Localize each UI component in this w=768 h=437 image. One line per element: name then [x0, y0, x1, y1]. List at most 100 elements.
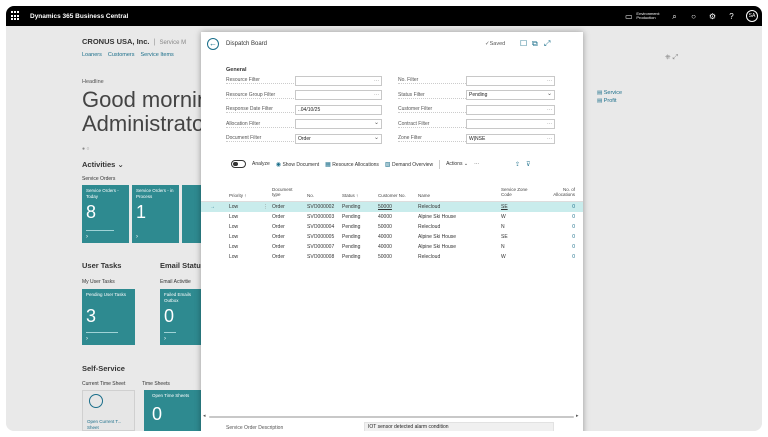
link-service-label: Service: [603, 90, 623, 96]
scroll-right-icon[interactable]: ▸: [576, 413, 579, 419]
filter-input[interactable]: ···: [466, 119, 555, 129]
avatar[interactable]: SA: [746, 10, 758, 22]
lookup-icon[interactable]: ···: [547, 77, 552, 85]
demand-overview-button[interactable]: ▧ Demand Overview: [385, 161, 433, 168]
nav-loaners[interactable]: Loaners: [82, 52, 102, 58]
cell-no-of-allocations[interactable]: 0: [551, 234, 575, 240]
service-order-description-field[interactable]: IOT sensor detected alarm condition: [364, 422, 554, 431]
tile-service-orders-in-process[interactable]: Service Orders - in Process 1 ›: [132, 185, 179, 243]
filter-input[interactable]: ···: [295, 90, 382, 100]
row-actions-icon[interactable]: ⋮: [263, 204, 268, 210]
table-row[interactable]: Low Order SVO000005 Pending 40000 Alpine Ski …: [201, 232, 583, 242]
scroll-left-icon[interactable]: ◂: [203, 413, 206, 419]
cell-name: Alpine Ski House: [418, 234, 457, 240]
environment-indicator[interactable]: ▭ Environment: Production: [624, 11, 660, 21]
tile-label: Open Time Sheets: [152, 393, 190, 398]
open-new-window-icon[interactable]: ⧉: [532, 39, 538, 49]
filter-input[interactable]: ···: [466, 75, 555, 86]
email-status-heading: Email Statu: [160, 261, 201, 270]
link-profit[interactable]: ▤ Profit: [597, 97, 622, 105]
table-row[interactable]: Low Order SVO000003 Pending 40000 Alpine Ski …: [201, 212, 583, 222]
tile-service-orders-partial[interactable]: [182, 185, 201, 243]
tile-open-current-time-sheet[interactable]: Open Current T... Sheet: [82, 390, 135, 431]
chevron-down-icon[interactable]: ⌄: [374, 134, 379, 142]
table-row[interactable]: Low Order SVO000008 Pending 50000 Relecloud W 0: [201, 252, 583, 262]
nav-service-items[interactable]: Service Items: [140, 52, 173, 58]
carousel-dots[interactable]: ● ○: [82, 146, 89, 152]
column-customer-no[interactable]: Customer No.: [378, 193, 406, 198]
chevron-right-icon: ›: [86, 336, 88, 342]
link-service[interactable]: ▤ Service: [597, 89, 622, 97]
cell-no: SVO000002: [307, 204, 335, 210]
column-no[interactable]: No.: [307, 193, 314, 198]
service-order-description-label: Service Order Description: [226, 425, 284, 431]
column-no-of-allocations[interactable]: No. of Allocations: [549, 187, 575, 197]
filter-input[interactable]: Order ⌄: [295, 133, 382, 144]
column-status[interactable]: Status ↑: [342, 193, 358, 198]
lookup-icon[interactable]: ···: [547, 120, 552, 128]
chevron-down-icon[interactable]: ⌄: [374, 119, 379, 127]
chevron-down-icon: ⌄: [117, 160, 124, 169]
lookup-icon[interactable]: ···: [374, 91, 379, 99]
more-options-icon[interactable]: ···: [474, 161, 479, 167]
tile-bar: [86, 332, 118, 333]
environment-value: Production: [636, 15, 656, 20]
cell-no-of-allocations[interactable]: 0: [551, 204, 575, 210]
tile-failed-emails[interactable]: Failed Emails Outbox 0 ›: [160, 289, 201, 345]
company-name[interactable]: CRONUS USA, Inc. | Service M: [82, 37, 186, 46]
actions-menu[interactable]: Actions ⌄: [446, 161, 468, 167]
column-name[interactable]: Name: [418, 193, 430, 198]
cell-no-of-allocations[interactable]: 0: [551, 214, 575, 220]
cell-document-type: Order: [272, 224, 285, 230]
show-document-button[interactable]: ◉ Show Document: [276, 161, 319, 168]
share-icon[interactable]: ⇪: [515, 161, 520, 168]
filter-input[interactable]: ..04/10/25: [295, 104, 382, 115]
table-row[interactable]: Low Order SVO000007 Pending 40000 Alpine Ski …: [201, 242, 583, 252]
bookmark-icon[interactable]: ⎈: [665, 54, 671, 61]
chevron-down-icon: ⌄: [463, 161, 469, 167]
column-priority[interactable]: Priority ↑: [229, 193, 247, 198]
table-row[interactable]: → ⋮ Low Order SVO000002 Pending 50000 Relecloud…: [201, 202, 583, 212]
self-service-heading: Self-Service: [82, 364, 125, 373]
column-service-zone-code[interactable]: Service Zone Code: [501, 187, 533, 197]
cell-no: SVO000004: [307, 224, 335, 230]
app-launcher-icon[interactable]: [11, 11, 21, 21]
activities-heading[interactable]: Activities ⌄: [82, 160, 124, 169]
tile-service-orders-today[interactable]: Service Orders - Today 8 ›: [82, 185, 129, 243]
greeting-line-2: Administrator: [82, 111, 212, 136]
back-arrow-icon[interactable]: ←: [207, 38, 219, 50]
column-document-type[interactable]: Document type: [272, 187, 298, 197]
tile-pending-user-tasks[interactable]: Pending User Tasks 3 ›: [82, 289, 135, 345]
cell-no-of-allocations[interactable]: 0: [551, 224, 575, 230]
horizontal-scrollbar[interactable]: ◂ ▸: [201, 413, 583, 420]
lookup-icon[interactable]: ···: [374, 77, 379, 85]
filter-input[interactable]: W|NSE ···: [466, 133, 555, 144]
cell-no-of-allocations[interactable]: 0: [551, 244, 575, 250]
gear-icon[interactable]: ⚙: [708, 12, 717, 21]
filter-input[interactable]: ···: [295, 75, 382, 86]
expand-icon[interactable]: ⤢: [544, 39, 550, 49]
help-icon[interactable]: ?: [727, 12, 736, 21]
table-row[interactable]: Low Order SVO000004 Pending 50000 Relecloud N 0: [201, 222, 583, 232]
filter-input[interactable]: Pending ⌄: [466, 90, 555, 100]
lookup-icon[interactable]: ···: [547, 106, 552, 114]
filter-label: Resource Filter: [226, 77, 296, 84]
chevron-down-icon[interactable]: ⌄: [547, 90, 552, 98]
resource-allocations-button[interactable]: ▦ Resource Allocations: [325, 161, 379, 168]
analyze-toggle[interactable]: [231, 160, 246, 168]
expand-icon[interactable]: ⤢: [673, 54, 679, 61]
bookmark-icon[interactable]: ☐: [520, 39, 527, 48]
filter-input[interactable]: ⌄: [295, 119, 382, 129]
cell-no-of-allocations[interactable]: 0: [551, 254, 575, 260]
tile-open-time-sheets[interactable]: Open Time Sheets 0: [144, 390, 201, 431]
lookup-icon[interactable]: ···: [547, 135, 552, 143]
cell-customer-no[interactable]: 50000: [378, 204, 392, 210]
notification-bell-icon[interactable]: ○: [689, 12, 698, 21]
activities-label: Activities: [82, 160, 116, 169]
filter-icon[interactable]: ⊽: [526, 161, 530, 168]
cell-document-type: Order: [272, 214, 285, 220]
scrollbar-track[interactable]: [209, 416, 574, 418]
nav-customers[interactable]: Customers: [108, 52, 135, 58]
filter-input[interactable]: ···: [466, 104, 555, 115]
search-icon[interactable]: ⌕: [670, 12, 679, 21]
